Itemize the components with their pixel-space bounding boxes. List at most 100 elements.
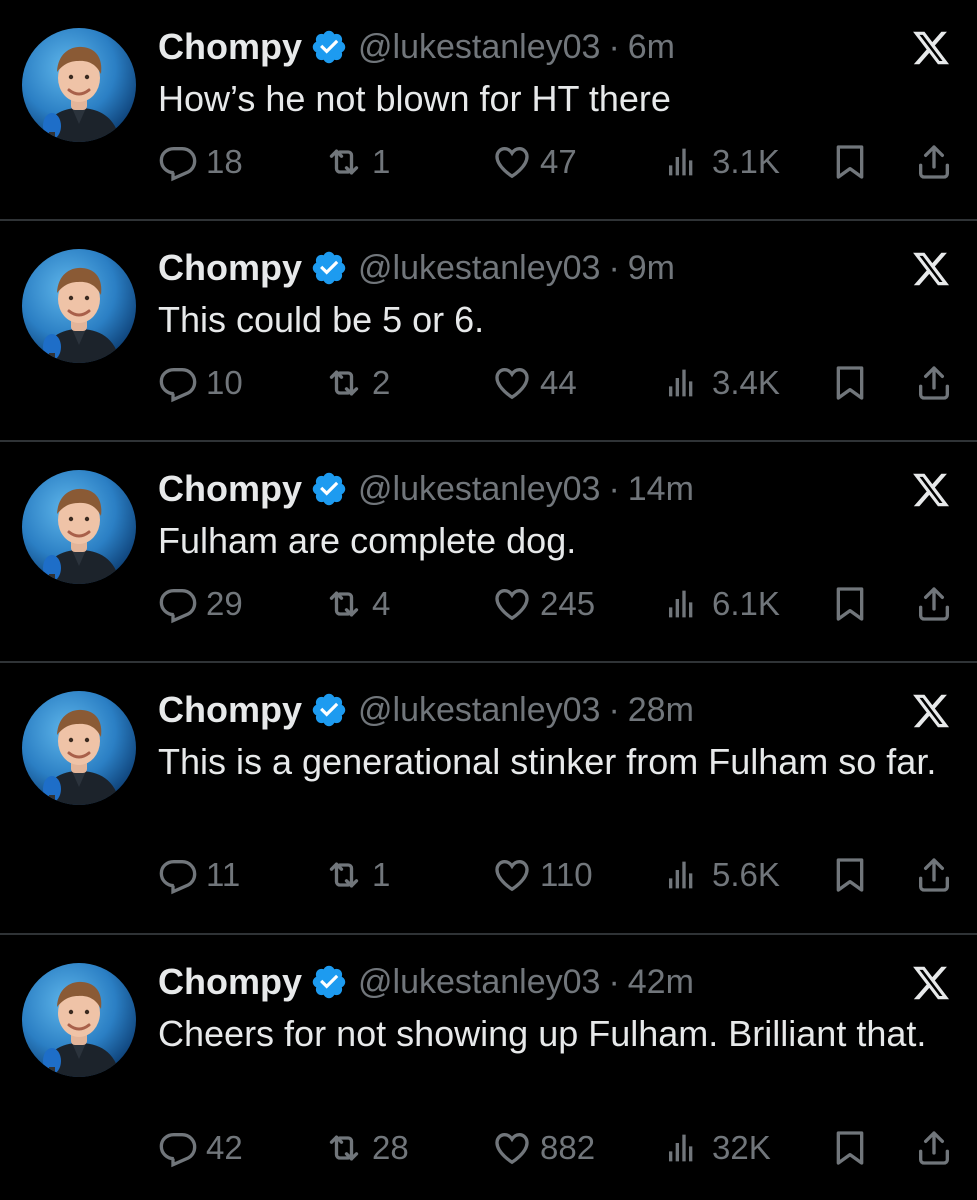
views-button[interactable]: 5.6K [664,853,780,897]
retweet-button[interactable]: 28 [324,1126,409,1170]
tweet-header: Chompy @lukestanley03 · 6m [158,24,675,70]
x-logo-icon [909,963,953,1003]
reply-button[interactable]: 29 [158,582,243,626]
like-icon [492,1128,532,1168]
tweet[interactable]: Chompy @lukestanley03 · 14m Fulham are c… [0,442,977,661]
timestamp[interactable]: 6m [628,28,675,67]
tweet[interactable]: Chompy @lukestanley03 · 6m How’s he not … [0,0,977,219]
tweet-text: This could be 5 or 6. [158,299,485,340]
verified-badge-icon [310,963,348,1001]
display-name[interactable]: Chompy [158,961,302,1003]
tweet-actions: 29 4 245 6.1K [158,582,958,626]
separator-dot: · [608,469,620,508]
retweet-button[interactable]: 1 [324,140,390,184]
views-button[interactable]: 32K [664,1126,771,1170]
username-handle[interactable]: @lukestanley03 [358,28,600,67]
retweet-icon [324,363,364,403]
like-button[interactable]: 245 [492,582,595,626]
timestamp[interactable]: 9m [628,249,675,288]
reply-count: 42 [206,1129,243,1166]
tweet[interactable]: Chompy @lukestanley03 · 28m This is a ge… [0,663,977,933]
reply-button[interactable]: 11 [158,853,240,897]
reply-icon [158,1128,198,1168]
like-button[interactable]: 44 [492,361,577,405]
reply-count: 18 [206,143,243,180]
share-button[interactable] [914,853,954,897]
tweet-header: Chompy @lukestanley03 · 42m [158,959,694,1005]
retweet-button[interactable]: 1 [324,853,390,897]
share-icon [914,584,954,624]
reply-count: 11 [206,856,241,893]
timestamp[interactable]: 14m [628,470,694,509]
reply-button[interactable]: 10 [158,361,243,405]
separator-dot: · [608,248,620,287]
timestamp[interactable]: 28m [628,691,694,730]
bookmark-icon [830,584,870,624]
bookmark-icon [830,363,870,403]
bookmark-button[interactable] [830,582,870,626]
retweet-count: 1 [372,143,391,180]
display-name[interactable]: Chompy [158,689,302,731]
views-icon [664,363,704,403]
avatar[interactable] [22,691,136,805]
tweet-text: Cheers for not showing up Fulham. Brilli… [158,1013,927,1054]
tweet-actions: 18 1 47 3.1K [158,140,958,184]
view-count: 6.1K [712,585,780,622]
reply-button[interactable]: 18 [158,140,243,184]
tweet-header: Chompy @lukestanley03 · 9m [158,245,675,291]
views-button[interactable]: 3.4K [664,361,780,405]
x-logo-icon [909,691,953,731]
username-handle[interactable]: @lukestanley03 [358,249,600,288]
bookmark-button[interactable] [830,1126,870,1170]
tweet-actions: 11 1 110 5.6K [158,853,958,897]
bookmark-button[interactable] [830,853,870,897]
separator-dot: · [608,690,620,729]
views-icon [664,855,704,895]
views-button[interactable]: 6.1K [664,582,780,626]
avatar[interactable] [22,963,136,1077]
share-button[interactable] [914,140,954,184]
share-button[interactable] [914,361,954,405]
retweet-count: 2 [372,364,391,401]
like-button[interactable]: 882 [492,1126,595,1170]
views-button[interactable]: 3.1K [664,140,780,184]
tweet[interactable]: Chompy @lukestanley03 · 42m Cheers for n… [0,935,977,1200]
reply-button[interactable]: 42 [158,1126,243,1170]
bookmark-icon [830,142,870,182]
reply-count: 10 [206,364,243,401]
x-logo-icon [909,470,953,510]
bookmark-button[interactable] [830,361,870,405]
view-count: 3.4K [712,364,780,401]
avatar[interactable] [22,470,136,584]
bookmark-button[interactable] [830,140,870,184]
display-name[interactable]: Chompy [158,468,302,510]
retweet-icon [324,855,364,895]
timestamp[interactable]: 42m [628,963,694,1002]
like-button[interactable]: 47 [492,140,577,184]
tweet-text: How’s he not blown for HT there [158,78,671,119]
verified-badge-icon [310,691,348,729]
separator-dot: · [608,962,620,1001]
username-handle[interactable]: @lukestanley03 [358,691,600,730]
display-name[interactable]: Chompy [158,26,302,68]
avatar[interactable] [22,28,136,142]
share-button[interactable] [914,582,954,626]
retweet-button[interactable]: 2 [324,361,390,405]
display-name[interactable]: Chompy [158,247,302,289]
like-button[interactable]: 110 [492,853,593,897]
retweet-count: 28 [372,1129,409,1166]
username-handle[interactable]: @lukestanley03 [358,470,600,509]
tweet-text: Fulham are complete dog. [158,520,577,561]
separator-dot: · [608,27,620,66]
view-count: 32K [712,1129,771,1166]
reply-icon [158,855,198,895]
verified-badge-icon [310,470,348,508]
share-button[interactable] [914,1126,954,1170]
retweet-icon [324,584,364,624]
tweet-header: Chompy @lukestanley03 · 28m [158,687,694,733]
retweet-button[interactable]: 4 [324,582,390,626]
retweet-count: 1 [372,856,391,893]
username-handle[interactable]: @lukestanley03 [358,963,600,1002]
tweet[interactable]: Chompy @lukestanley03 · 9m This could be… [0,221,977,440]
avatar[interactable] [22,249,136,363]
